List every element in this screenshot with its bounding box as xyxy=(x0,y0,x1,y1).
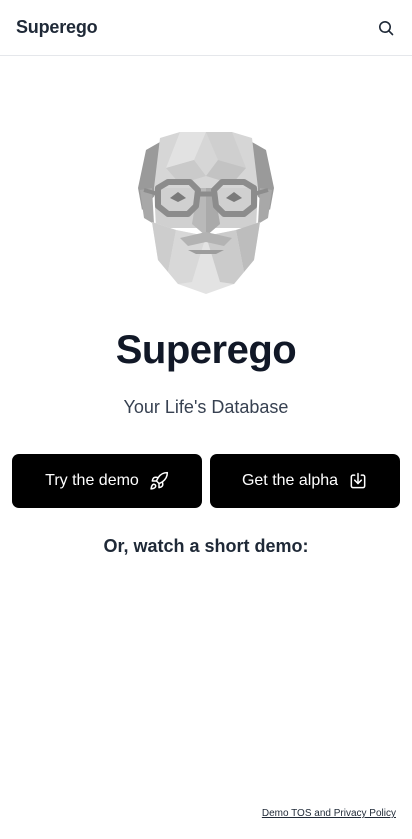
top-bar: Superego xyxy=(0,0,412,56)
get-alpha-button[interactable]: Get the alpha xyxy=(210,454,400,508)
page: Superego Superego Your Life's Database T… xyxy=(0,0,412,839)
try-demo-label: Try the demo xyxy=(45,472,139,489)
tos-privacy-link[interactable]: Demo TOS and Privacy Policy xyxy=(262,807,396,821)
freud-face-logo xyxy=(138,132,274,294)
search-button[interactable] xyxy=(372,14,400,42)
search-icon xyxy=(379,20,394,35)
download-icon xyxy=(348,471,368,491)
watch-demo-heading: Or, watch a short demo: xyxy=(103,536,309,556)
try-demo-button[interactable]: Try the demo xyxy=(12,454,202,508)
rocket-icon xyxy=(149,471,169,491)
hero-title: Superego xyxy=(115,328,297,372)
hero-subtitle: Your Life's Database xyxy=(123,397,289,417)
get-alpha-label: Get the alpha xyxy=(241,472,339,489)
brand-title[interactable]: Superego xyxy=(16,17,98,38)
